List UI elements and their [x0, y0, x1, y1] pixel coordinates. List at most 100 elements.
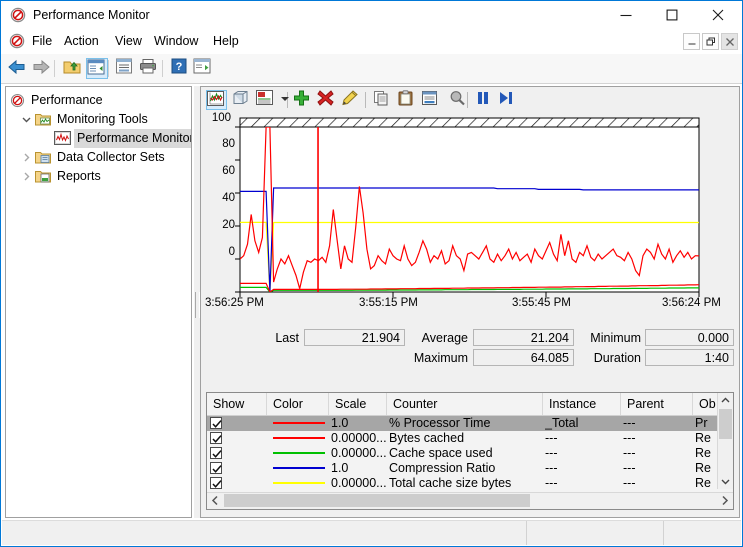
view-histogram-icon[interactable] [232, 90, 253, 110]
chevron-right-icon[interactable] [20, 170, 33, 183]
cell-object: Pr [695, 416, 719, 431]
last-value: 21.904 [304, 329, 405, 346]
column-header-scale[interactable]: Scale [329, 393, 387, 415]
average-label: Average [410, 330, 468, 347]
counter-table-vscrollbar[interactable] [717, 393, 733, 489]
minimum-value: 0.000 [645, 329, 734, 346]
graph-toolbar [201, 87, 739, 113]
chevron-right-icon[interactable] [20, 151, 33, 164]
show-checkbox[interactable] [210, 432, 222, 444]
performance-monitor-pane: 0 20 40 60 80 100 [200, 86, 740, 518]
scroll-up-icon[interactable] [718, 393, 733, 408]
paste-counter-list-icon[interactable] [397, 90, 418, 110]
back-icon[interactable] [7, 58, 29, 79]
table-row[interactable]: 0.00000...Bytes cached------Re [207, 431, 733, 446]
scroll-left-icon[interactable] [207, 493, 223, 508]
copy-properties-icon[interactable] [373, 90, 394, 110]
print-icon[interactable] [139, 58, 161, 79]
maximum-label: Maximum [400, 350, 468, 367]
x-tick-label-2: 3:55:15 PM [359, 297, 418, 309]
counter-color-swatch [273, 467, 325, 469]
window-minimize-button[interactable] [603, 1, 649, 29]
show-checkbox[interactable] [210, 447, 222, 459]
menu-file[interactable]: File [29, 33, 55, 50]
cell-scale: 0.00000... [331, 446, 387, 461]
mdi-close-button[interactable] [721, 33, 738, 50]
average-value: 21.204 [473, 329, 574, 346]
scroll-right-icon[interactable] [717, 493, 733, 508]
menu-bar: File Action View Window Help [1, 29, 742, 55]
folder-collector-icon [35, 150, 51, 165]
up-folder-icon[interactable] [62, 58, 84, 79]
properties-icon[interactable] [421, 90, 442, 110]
column-header-color[interactable]: Color [267, 393, 329, 415]
counter-color-swatch [273, 422, 325, 424]
minimum-label: Minimum [579, 330, 641, 347]
view-graph-icon[interactable] [206, 90, 227, 110]
window-maximize-button[interactable] [649, 1, 695, 29]
x-tick-label-4: 3:56:24 PM [662, 297, 721, 309]
chevron-down-icon[interactable] [20, 113, 33, 126]
column-header-instance[interactable]: Instance [543, 393, 621, 415]
last-label: Last [263, 330, 299, 347]
statistics-bar: Last 21.904 Average 21.204 Minimum 0.000… [201, 327, 739, 375]
mdi-minimize-button[interactable] [683, 33, 700, 50]
table-row[interactable]: 0.00000...Cache space used------Re [207, 446, 733, 461]
counter-table[interactable]: ShowColorScaleCounterInstanceParentOb 1.… [206, 392, 734, 510]
table-row[interactable]: 1.0% Processor Time_Total---Pr [207, 416, 733, 431]
add-counter-icon[interactable] [293, 90, 314, 110]
counter-table-hscrollbar[interactable] [207, 492, 733, 509]
show-hide-tree-icon[interactable] [86, 58, 108, 79]
tree-label: Monitoring Tools [54, 110, 151, 129]
show-checkbox[interactable] [210, 417, 222, 429]
performance-chart[interactable]: 0 20 40 60 80 100 [201, 113, 739, 325]
column-header-parent[interactable]: Parent [621, 393, 693, 415]
zoom-icon[interactable] [449, 90, 470, 110]
delete-counter-icon[interactable] [317, 90, 338, 110]
cell-object: Re [695, 461, 719, 476]
help-icon[interactable]: ? [170, 58, 192, 79]
performance-monitor-window: Performance Monitor File Action View Win… [0, 0, 743, 547]
hscroll-thumb[interactable] [224, 494, 530, 507]
new-window-icon[interactable] [193, 58, 215, 79]
cell-counter: Cache space used [389, 446, 543, 461]
scroll-down-icon[interactable] [718, 474, 733, 489]
menu-view[interactable]: View [112, 33, 145, 50]
show-checkbox[interactable] [210, 477, 222, 489]
vscroll-thumb[interactable] [719, 409, 732, 439]
menu-help[interactable]: Help [210, 33, 242, 50]
properties-icon[interactable] [115, 58, 137, 79]
table-row[interactable]: 1.0Compression Ratio------Re [207, 461, 733, 476]
folder-report-icon [35, 169, 51, 184]
status-bar [2, 520, 741, 545]
cell-parent: --- [623, 416, 693, 431]
title-bar: Performance Monitor [1, 1, 742, 29]
view-report-icon[interactable] [256, 90, 277, 110]
cell-scale: 0.00000... [331, 476, 387, 491]
toolbar-separator [108, 60, 109, 77]
menu-action[interactable]: Action [61, 33, 102, 50]
cell-parent: --- [623, 461, 693, 476]
cell-scale: 1.0 [331, 416, 387, 431]
perfmon-icon [9, 33, 25, 49]
perfmon-icon [10, 7, 26, 23]
column-header-show[interactable]: Show [207, 393, 267, 415]
chevron-down-icon[interactable] [281, 97, 289, 101]
cell-instance: _Total [545, 416, 621, 431]
cell-object: Re [695, 431, 719, 446]
show-checkbox[interactable] [210, 462, 222, 474]
highlight-icon[interactable] [341, 90, 362, 110]
column-header-counter[interactable]: Counter [387, 393, 543, 415]
cell-instance: --- [545, 431, 621, 446]
window-close-button[interactable] [695, 1, 741, 29]
forward-icon[interactable] [31, 58, 53, 79]
counter-color-swatch [273, 437, 325, 439]
mdi-restore-button[interactable] [702, 33, 719, 50]
update-data-icon[interactable] [497, 90, 518, 110]
freeze-display-icon[interactable] [475, 90, 496, 110]
cell-counter: % Processor Time [389, 416, 543, 431]
console-tree[interactable]: Performance Monitoring Tools [5, 86, 192, 518]
graph-toolbar-separator [365, 92, 366, 108]
menu-window[interactable]: Window [151, 33, 201, 50]
table-row[interactable]: 0.00000...Total cache size bytes------Re [207, 476, 733, 491]
